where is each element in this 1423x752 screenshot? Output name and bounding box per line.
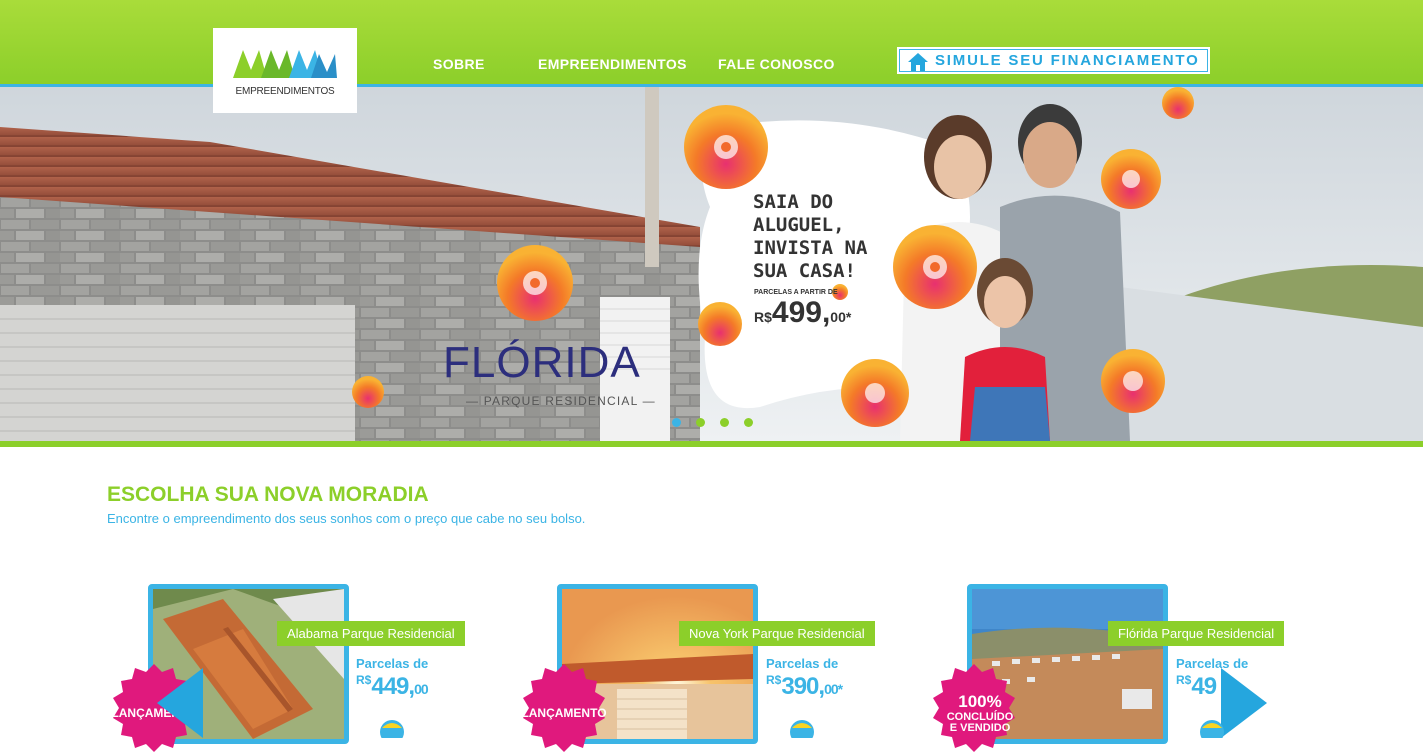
card-label-nova-york[interactable]: Nova York Parque Residencial: [679, 621, 875, 646]
nav-empreendimentos[interactable]: EMPREENDIMENTOS: [538, 56, 687, 72]
slider-dot-1[interactable]: [672, 418, 681, 427]
globe-icon: [1200, 720, 1224, 738]
slider-dot-3[interactable]: [720, 418, 729, 427]
sold-badge-text: 100% CONCLUÍDO E VENDIDO: [946, 692, 1014, 734]
launch-badge-text: LANÇAMENTO: [521, 706, 607, 720]
home-icon: [907, 52, 929, 80]
card-price-nova-york: R$390,00*: [766, 673, 843, 700]
hero-divider: [0, 441, 1423, 447]
hero-slogan: SAIA DO ALUGUEL, INVISTA NA SUA CASA!: [753, 191, 868, 282]
card-parcelas-alabama: Parcelas de: [356, 656, 429, 671]
section-title: ESCOLHA SUA NOVA MORADIA: [107, 483, 429, 506]
globe-icon: [380, 720, 404, 738]
card-parcelas-nova-york: Parcelas de: [766, 656, 839, 671]
logo[interactable]: EMPREENDIMENTOS: [213, 28, 357, 113]
cta-label: SIMULE SEU FINANCIAMENTO: [935, 52, 1200, 69]
card-label-alabama[interactable]: Alabama Parque Residencial: [277, 621, 465, 646]
section-subtitle: Encontre o empreendimento dos seus sonho…: [107, 511, 586, 526]
slider-dot-2[interactable]: [696, 418, 705, 427]
slider-dot-4[interactable]: [744, 418, 753, 427]
nav-fale-conosco[interactable]: FALE CONOSCO: [718, 56, 835, 72]
globe-icon: [790, 720, 814, 738]
hero-brand-subtitle: — PARQUE RESIDENCIAL —: [466, 394, 656, 408]
card-price-alabama: R$449,00: [356, 673, 429, 700]
hero-banner[interactable]: FLÓRIDA — PARQUE RESIDENCIAL — SAIA DO A…: [0, 87, 1423, 441]
prev-arrow-icon[interactable]: [157, 668, 205, 738]
hero-illustration: [0, 87, 1423, 441]
card-label-florida[interactable]: Flórida Parque Residencial: [1108, 621, 1285, 646]
hero-price: R$499,00*: [754, 296, 852, 329]
slider-dots: [672, 418, 753, 427]
hero-parcelas-label: PARCELAS A PARTIR DE: [754, 289, 838, 296]
logo-text: EMPREENDIMENTOS: [235, 86, 335, 97]
hero-brand-title: FLÓRIDA: [443, 338, 641, 387]
card-price-florida: R$49: [1176, 673, 1217, 700]
logo-mark-icon: [233, 50, 337, 78]
nav-sobre[interactable]: SOBRE: [433, 56, 485, 72]
simule-financiamento-button[interactable]: SIMULE SEU FINANCIAMENTO: [897, 47, 1210, 74]
